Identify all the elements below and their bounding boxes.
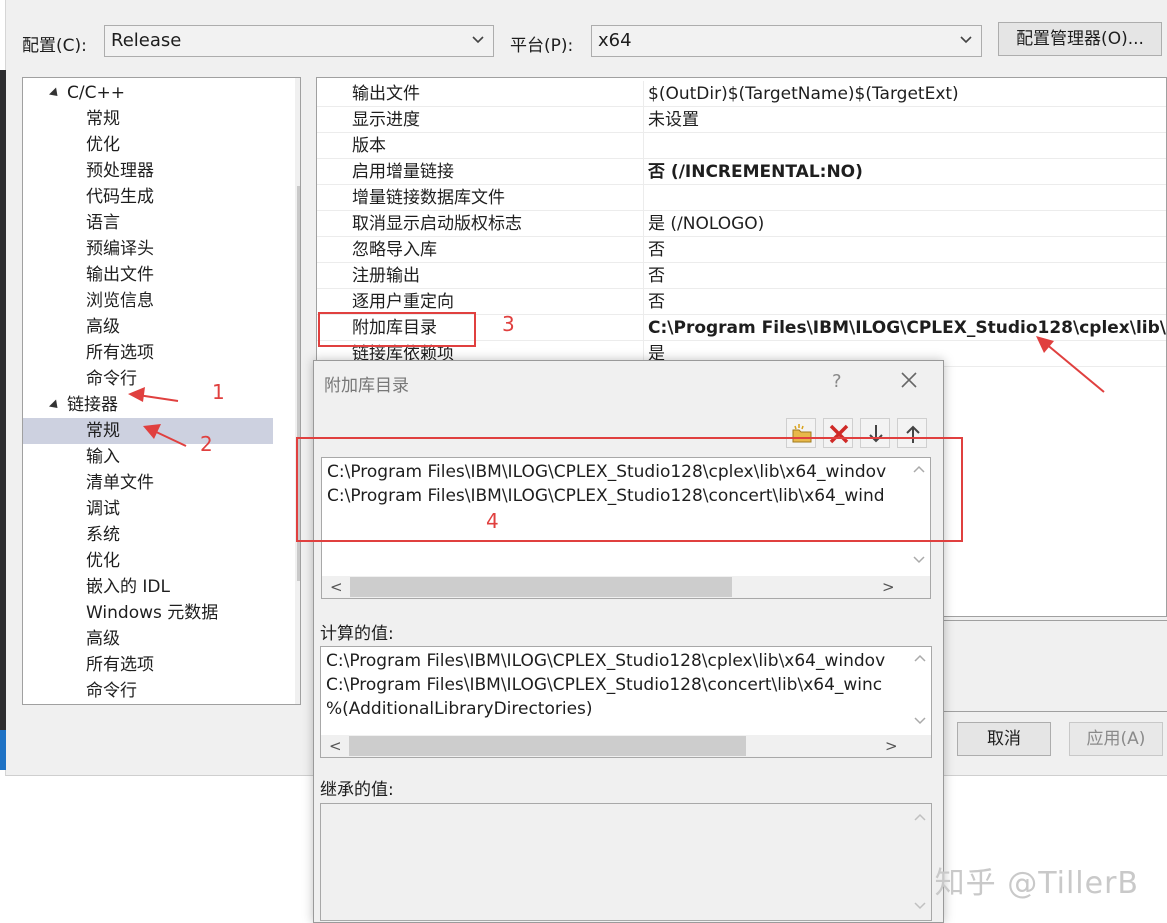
watermark: 知乎 @TillerB	[934, 866, 1139, 901]
computed-values-label: 计算的值:	[320, 624, 394, 644]
chevron-right-icon[interactable]: >	[882, 578, 895, 596]
annotation-number-3: 3	[502, 312, 515, 336]
chevron-left-icon[interactable]: <	[329, 737, 342, 755]
chevron-up-icon[interactable]	[913, 653, 927, 663]
editor-hscroll-thumb[interactable]	[350, 577, 732, 597]
chevron-left-icon[interactable]: <	[330, 578, 343, 596]
inherited-values-label: 继承的值:	[320, 780, 394, 800]
chevron-down-icon[interactable]	[913, 900, 927, 910]
annotation-number-2: 2	[200, 432, 213, 456]
close-icon[interactable]	[898, 369, 920, 391]
computed-horizontal-scrollbar[interactable]: < >	[321, 735, 931, 757]
annotation-number-4: 4	[486, 509, 499, 533]
computed-vertical-scrollbar[interactable]	[909, 647, 931, 733]
chevron-right-icon[interactable]: >	[885, 737, 898, 755]
help-icon[interactable]: ?	[832, 371, 842, 392]
editor-horizontal-scrollbar[interactable]: < >	[322, 576, 930, 598]
computed-value-line: %(AdditionalLibraryDirectories)	[326, 699, 593, 719]
computed-value-line: C:\Program Files\IBM\ILOG\CPLEX_Studio12…	[326, 651, 886, 671]
inherited-vertical-scrollbar[interactable]	[909, 804, 931, 920]
computed-value-line: C:\Program Files\IBM\ILOG\CPLEX_Studio12…	[326, 675, 883, 695]
dialog-title: 附加库目录	[324, 376, 409, 396]
annotation-box-4	[296, 437, 963, 542]
computed-values-box: C:\Program Files\IBM\ILOG\CPLEX_Studio12…	[320, 646, 932, 758]
chevron-up-icon[interactable]	[913, 812, 927, 822]
annotation-box-3	[318, 312, 476, 347]
computed-hscroll-thumb[interactable]	[349, 736, 746, 756]
annotation-number-1: 1	[212, 380, 225, 404]
chevron-down-icon[interactable]	[913, 715, 927, 725]
inherited-values-box	[320, 803, 932, 921]
chevron-down-icon[interactable]	[912, 554, 926, 564]
